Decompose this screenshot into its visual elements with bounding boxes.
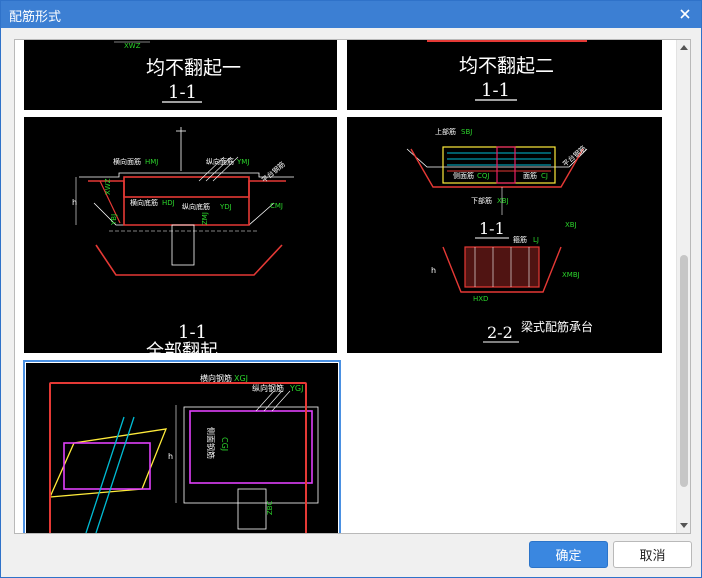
highlight-frame bbox=[49, 382, 307, 533]
tile-3-note-height: h bbox=[72, 198, 77, 207]
tile-3-code-top-v: YMJ bbox=[236, 158, 249, 166]
scroll-up-icon[interactable] bbox=[677, 40, 690, 54]
tile-3-code-left: XWZ bbox=[104, 178, 112, 195]
tile-4-drawing: 上部筋 SBJ 侧面筋 CQJ 面筋 CJ 下部筋 XBJ XBJ 平台钢筋 1… bbox=[406, 127, 593, 343]
tile-3-note-bot-h: 横向底筋 bbox=[130, 198, 158, 207]
tile-4-note-top: 上部筋 bbox=[435, 127, 456, 136]
tile-4-label: 梁式配筋承台 bbox=[521, 319, 593, 334]
tile-1-section: 1-1 bbox=[168, 82, 197, 103]
tile-4-code-hxd: HXD bbox=[473, 295, 488, 303]
tile-3-code-side2: YBJ bbox=[110, 214, 118, 226]
scroll-down-icon[interactable] bbox=[677, 519, 690, 533]
close-icon[interactable] bbox=[675, 4, 695, 24]
tile-4-code-mid: CJ bbox=[541, 172, 548, 180]
dialog-title: 配筋形式 bbox=[9, 10, 62, 25]
tile-3-note-top-v: 纵向面筋 bbox=[206, 157, 234, 166]
tile-3-section-holder: 1-1 bbox=[178, 324, 218, 344]
option-tile-2[interactable]: 均不翻起二 1-1 bbox=[347, 40, 662, 110]
tile-2-section: 1-1 bbox=[481, 80, 510, 101]
tile-1-label: 均不翻起一 bbox=[146, 57, 241, 79]
tile-4-code-side: CQJ bbox=[477, 172, 489, 180]
cancel-button[interactable]: 取消 bbox=[613, 541, 692, 568]
tile-3-code-top-h: HMJ bbox=[145, 158, 158, 166]
tile-4-note-jing: 箍筋 bbox=[513, 235, 527, 244]
option-tile-1[interactable]: XWZ 均不翻起一 1-1 bbox=[24, 40, 337, 110]
tile-4-section-2: 2-2 bbox=[487, 323, 513, 342]
title-bar: 配筋形式 bbox=[1, 1, 701, 28]
tile-4-code-xmbj: XMBJ bbox=[562, 271, 580, 279]
tile-4-code-xbj: XBJ bbox=[565, 221, 577, 229]
tile-4-note-h: h bbox=[431, 266, 436, 275]
scroll-thumb[interactable] bbox=[680, 255, 688, 487]
tile-3-section: 1-1 bbox=[178, 322, 207, 343]
tile-3-code-side: CMJ bbox=[270, 202, 283, 210]
tile-3-code-zmj: ZMJ bbox=[201, 212, 209, 225]
tile-3-note-top-h: 横向面筋 bbox=[113, 157, 141, 166]
tile-3-code-bot-v: YDJ bbox=[219, 203, 232, 211]
tile-3-note-bot-v: 纵向底筋 bbox=[182, 202, 210, 211]
tile-1-drawing: XWZ 均不翻起一 1-1 bbox=[114, 41, 241, 103]
option-tile-4[interactable]: 上部筋 SBJ 侧面筋 CQJ 面筋 CJ 下部筋 XBJ XBJ 平台钢筋 1… bbox=[347, 117, 662, 353]
tile-4-section-1: 1-1 bbox=[479, 219, 505, 238]
tile-1-dim: XWZ bbox=[124, 42, 141, 50]
tile-4-code-jing: LJ bbox=[533, 236, 539, 244]
option-tile-3[interactable]: 横向面筋 HMJ 纵向面筋 YMJ 横向底筋 HDJ 纵向底筋 YDJ CMJ … bbox=[24, 117, 337, 353]
tile-4-code-top: SBJ bbox=[461, 128, 472, 136]
reinforcement-gallery: XWZ 均不翻起一 1-1 均不翻起二 1-1 横向面筋 HMJ 纵向面筋 YM… bbox=[14, 39, 691, 534]
vertical-scrollbar[interactable] bbox=[676, 40, 690, 533]
tile-4-code-bot: XBJ bbox=[497, 197, 509, 205]
dialog-window: 配筋形式 XWZ 均不翻起一 1-1 均不翻起二 1-1 横向面筋 HMJ 纵向… bbox=[0, 0, 702, 578]
tile-2-label: 均不翻起二 bbox=[459, 55, 554, 77]
tile-2-drawing: 均不翻起二 1-1 bbox=[427, 40, 587, 101]
tile-4-note-side: 侧面筋 bbox=[453, 171, 474, 180]
ok-button[interactable]: 确定 bbox=[529, 541, 608, 568]
tile-4-note-bot: 下部筋 bbox=[471, 196, 492, 205]
tile-4-note-mid: 面筋 bbox=[523, 171, 537, 180]
tile-3-code-bot-h: HDJ bbox=[162, 199, 175, 207]
tile-3-drawing: 横向面筋 HMJ 纵向面筋 YMJ 横向底筋 HDJ 纵向底筋 YDJ CMJ … bbox=[72, 127, 294, 353]
